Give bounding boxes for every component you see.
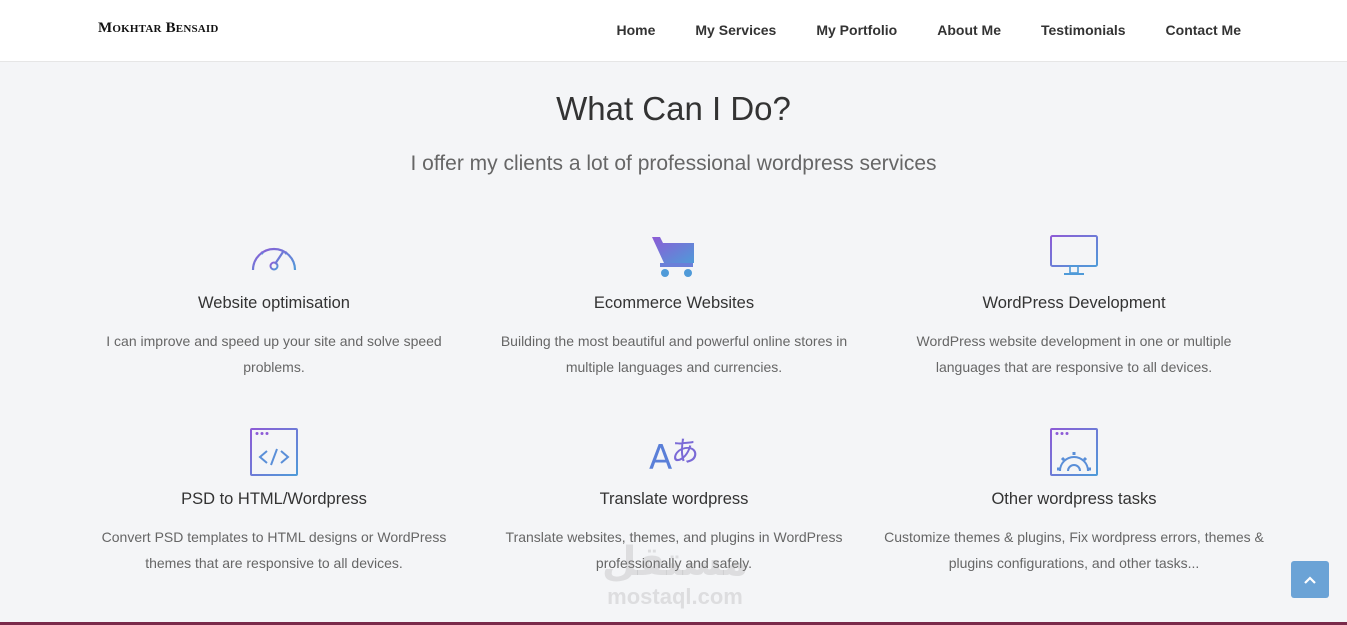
service-description: Building the most beautiful and powerful… [500,333,848,375]
service-card-optimisation: Website optimisation I can improve and s… [84,228,464,380]
section-title: What Can I Do? [556,90,791,127]
nav-my-portfolio[interactable]: My Portfolio [816,22,897,38]
nav-my-services[interactable]: My Services [695,22,776,38]
service-description: Convert PSD templates to HTML designs or… [101,529,447,571]
shopping-cart-icon [484,228,864,284]
site-logo[interactable]: Mokhtar Bensaid [98,20,219,37]
translate-icon: A あ [484,424,864,480]
main-nav: Home My Services My Portfolio About Me T… [576,0,1241,60]
service-title: PSD to HTML/Wordpress [181,490,367,508]
speedometer-icon [84,228,464,284]
service-card-other-tasks: Other wordpress tasks Customize themes &… [884,424,1264,576]
chevron-up-icon [1304,575,1316,584]
code-window-icon [84,424,464,480]
nav-contact-me[interactable]: Contact Me [1166,22,1241,38]
svg-text:A: A [649,438,672,475]
service-description: I can improve and speed up your site and… [106,333,442,375]
service-description: WordPress website development in one or … [916,333,1232,375]
nav-home[interactable]: Home [616,22,655,38]
scroll-to-top-button[interactable] [1291,561,1329,598]
service-title: Ecommerce Websites [593,294,755,312]
service-title: Other wordpress tasks [991,490,1157,508]
service-title: Translate wordpress [599,490,749,508]
mostaql-watermark: مستقل mostaql.com [601,540,749,609]
nav-testimonials[interactable]: Testimonials [1041,22,1126,38]
service-title: Website optimisation [198,294,350,312]
gear-window-icon [884,424,1264,480]
service-card-ecommerce: Ecommerce Websites Building the most bea… [484,228,864,380]
section-subtitle: I offer my clients a lot of professional… [410,152,937,175]
service-card-psd-to-html: PSD to HTML/Wordpress Convert PSD templa… [84,424,464,576]
service-title: WordPress Development [982,294,1166,312]
monitor-icon [884,228,1264,284]
service-card-wordpress-development: WordPress Development WordPress website … [884,228,1264,380]
site-header: Mokhtar Bensaid Home My Services My Port… [0,0,1347,62]
svg-text:あ: あ [671,435,699,468]
service-description: Customize themes & plugins, Fix wordpres… [884,529,1264,571]
nav-about-me[interactable]: About Me [937,22,1001,38]
